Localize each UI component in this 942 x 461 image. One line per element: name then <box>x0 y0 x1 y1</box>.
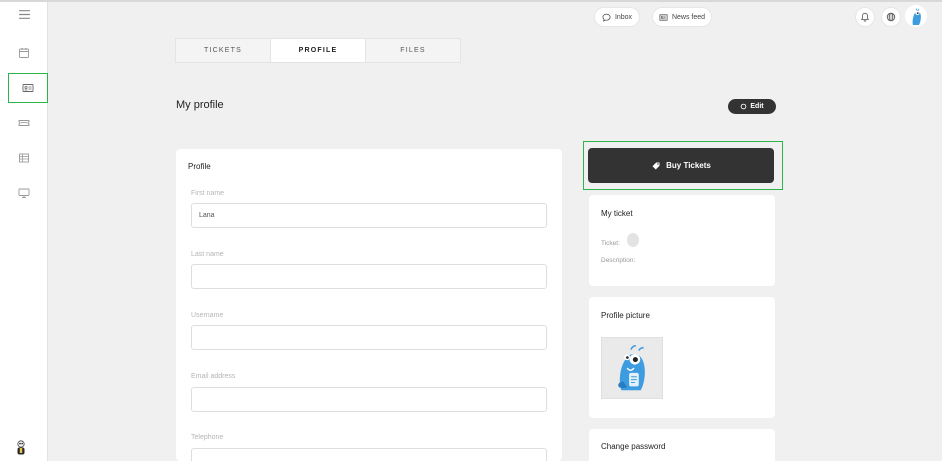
telephone-label: Telephone <box>191 434 224 441</box>
profile-picture[interactable] <box>601 337 663 399</box>
username-label: Username <box>191 312 224 319</box>
mascot-logo <box>17 440 25 455</box>
telephone-field[interactable] <box>191 448 547 461</box>
sidebar-item-stream[interactable] <box>0 178 48 208</box>
edit-label: Edit <box>750 103 764 110</box>
menu-button[interactable] <box>0 0 48 29</box>
mascot-avatar-icon <box>618 344 645 391</box>
table-icon <box>19 153 29 163</box>
ticket-placeholder <box>627 233 639 247</box>
tab-files[interactable]: FILES <box>366 39 460 62</box>
profile-form-title: Profile <box>188 162 211 171</box>
tag-icon <box>652 162 660 169</box>
profile-picture-title: Profile picture <box>601 311 650 320</box>
last-name-label: Last name <box>191 251 224 258</box>
menu-icon <box>18 9 30 19</box>
left-sidebar <box>0 2 48 461</box>
id-card-icon <box>22 84 34 92</box>
bell-icon <box>861 12 869 22</box>
top-border <box>0 0 942 2</box>
username-field[interactable] <box>191 325 547 350</box>
newspaper-icon <box>659 13 668 21</box>
profile-form-card: Profile First name Lana Last name Userna… <box>176 149 562 461</box>
change-password-title[interactable]: Change password <box>601 442 665 451</box>
avatar-mascot-icon <box>912 8 921 25</box>
sidebar-item-tickets[interactable] <box>0 108 48 138</box>
tab-tickets[interactable]: TICKETS <box>176 39 271 62</box>
monitor-icon <box>18 188 30 198</box>
edit-button[interactable]: Edit <box>728 99 776 114</box>
email-label: Email address <box>191 373 236 380</box>
buy-tickets-button[interactable]: Buy Tickets <box>588 148 774 183</box>
news-feed-button[interactable]: News feed <box>652 7 712 27</box>
profile-tabs: TICKETS PROFILE FILES <box>175 38 461 63</box>
language-button[interactable] <box>881 7 901 27</box>
profile-picture-card: Profile picture <box>589 297 775 418</box>
page-title: My profile <box>176 99 224 111</box>
inbox-label: Inbox <box>614 13 633 21</box>
news-feed-label: News feed <box>671 13 706 21</box>
change-password-card: Change password <box>589 429 775 461</box>
first-name-label: First name <box>191 190 225 197</box>
email-field[interactable] <box>191 387 547 412</box>
user-avatar[interactable] <box>905 5 927 27</box>
globe-icon <box>886 12 896 22</box>
last-name-field[interactable] <box>191 264 547 289</box>
ticket-label: Ticket: <box>601 240 620 247</box>
first-name-field[interactable]: Lana <box>191 203 547 228</box>
inbox-button[interactable]: Inbox <box>594 7 640 27</box>
sidebar-item-schedule[interactable] <box>0 143 48 173</box>
tab-profile[interactable]: PROFILE <box>271 39 366 62</box>
calendar-icon <box>19 48 29 58</box>
edit-icon <box>741 103 747 110</box>
notifications-button[interactable] <box>855 7 875 27</box>
description-label: Description: <box>601 257 636 264</box>
chat-bubble-icon <box>602 13 611 22</box>
sidebar-item-profile[interactable] <box>8 73 48 103</box>
my-ticket-title: My ticket <box>601 209 633 218</box>
buy-tickets-label: Buy Tickets <box>666 161 711 170</box>
my-ticket-card: My ticket Ticket: Description: <box>589 195 775 286</box>
ticket-icon <box>18 120 30 126</box>
sidebar-item-calendar[interactable] <box>0 38 48 68</box>
